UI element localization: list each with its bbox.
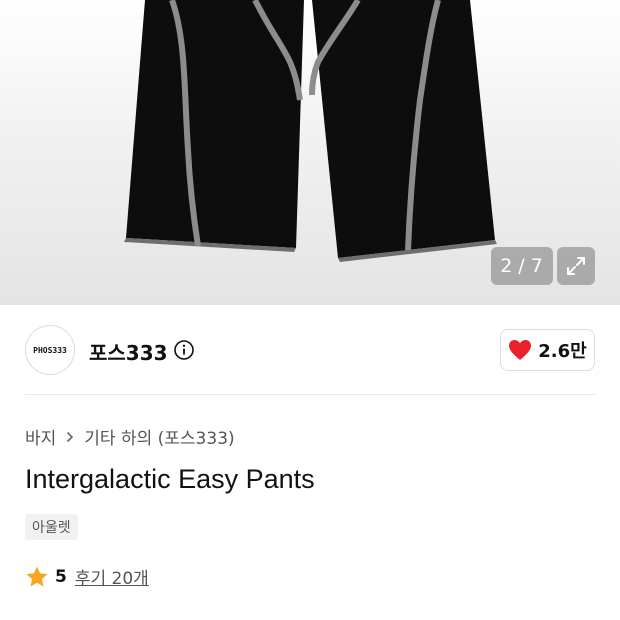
rating-row: 5 후기 20개: [25, 564, 149, 589]
review-count-link[interactable]: 후기 20개: [75, 564, 149, 589]
breadcrumb-item-other-bottoms[interactable]: 기타 하의 (포스333): [84, 424, 234, 449]
brand-name[interactable]: 포스333: [89, 337, 168, 366]
image-counter-current: 2: [500, 255, 514, 277]
chevron-right-icon: [66, 431, 74, 443]
brand-logo-text: PHOS333: [33, 345, 67, 355]
product-image-gallery[interactable]: 2 / 7: [0, 0, 620, 305]
like-count: 2.6만: [538, 341, 587, 362]
image-counter-total: 7: [530, 255, 544, 277]
breadcrumb: 바지 기타 하의 (포스333): [25, 424, 235, 449]
outlet-badge: 아울렛: [25, 514, 78, 540]
heart-icon: [509, 340, 532, 360]
expand-arrows-icon: [567, 257, 585, 275]
section-divider: [25, 394, 595, 395]
expand-image-button[interactable]: [557, 247, 595, 285]
product-title: Intergalactic Easy Pants: [25, 464, 315, 494]
info-icon[interactable]: [173, 339, 195, 361]
brand-logo[interactable]: PHOS333: [25, 325, 75, 375]
breadcrumb-item-pants[interactable]: 바지: [25, 424, 56, 449]
rating-value: 5: [55, 566, 67, 587]
like-button[interactable]: 2.6만: [500, 329, 595, 371]
image-counter-separator: /: [518, 255, 526, 277]
image-counter: 2 / 7: [491, 247, 553, 285]
star-icon: [26, 566, 48, 586]
brand-row: PHOS333 포스333 2.6만: [25, 324, 595, 376]
